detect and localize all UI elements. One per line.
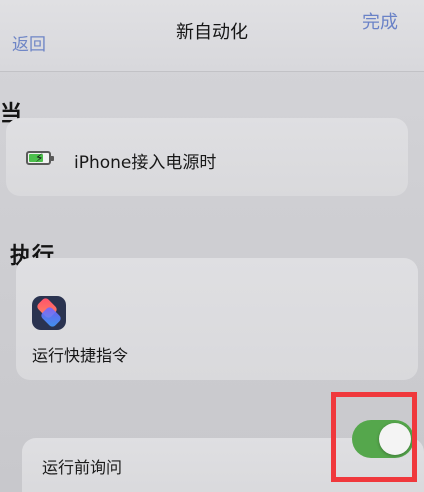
action-card[interactable]: 运行快捷指令 [16, 258, 418, 380]
navigation-bar: 返回 新自动化 完成 [0, 0, 424, 72]
trigger-label: iPhone接入电源时 [74, 153, 217, 173]
page-title: 新自动化 [176, 22, 248, 43]
shortcuts-icon [32, 296, 66, 330]
trigger-card[interactable]: ⚡ iPhone接入电源时 [6, 118, 408, 196]
action-label: 运行快捷指令 [32, 346, 129, 365]
done-button[interactable]: 完成 [362, 8, 398, 34]
ask-before-running-label: 运行前询问 [42, 458, 123, 477]
highlight-annotation-box [331, 392, 417, 482]
battery-charging-icon: ⚡ [26, 151, 54, 165]
